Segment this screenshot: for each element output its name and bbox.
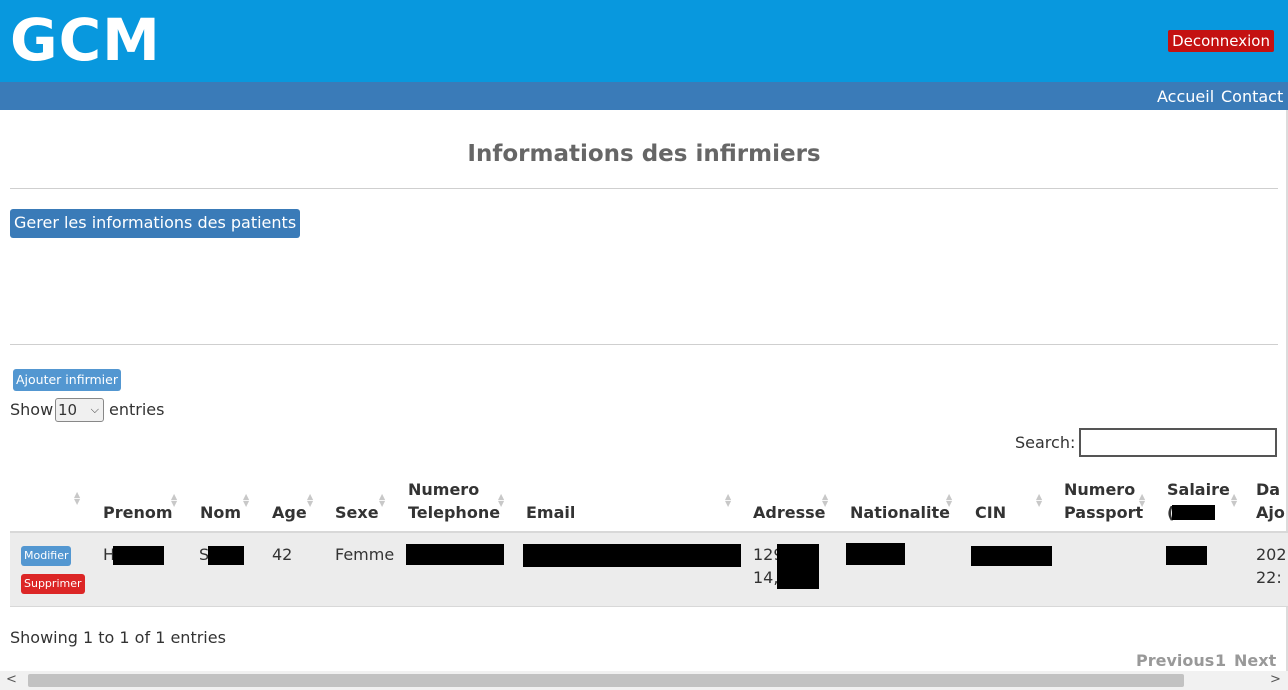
manage-patients-button[interactable]: Gerer les informations des patients: [10, 209, 301, 238]
cell-sexe: Femme: [335, 545, 395, 564]
nav-contact-link[interactable]: Contact: [1221, 87, 1283, 106]
chevron-down-icon: ⌵: [90, 403, 99, 416]
search-input[interactable]: [1079, 428, 1277, 457]
scroll-right-icon[interactable]: >: [1270, 672, 1281, 687]
pagination-next[interactable]: Next: [1234, 651, 1276, 670]
delete-button[interactable]: Supprimer: [21, 574, 85, 594]
app-logo: GCM: [10, 6, 161, 74]
redaction-block: [113, 546, 164, 565]
cell-nationalite-redacted: [846, 543, 905, 565]
pagination-page[interactable]: 1: [1215, 651, 1226, 670]
sort-icon[interactable]: ▲ ▼: [1036, 493, 1042, 508]
col-header-line: Ajo: [1256, 503, 1285, 522]
sort-icon[interactable]: ▲ ▼: [498, 493, 504, 508]
col-header-line: Numero: [1064, 480, 1136, 499]
sort-icon[interactable]: ▲ ▼: [171, 493, 177, 508]
sort-icon[interactable]: ▲ ▼: [243, 493, 249, 508]
cell-cin-redacted: [971, 546, 1052, 566]
page-title: Informations des infirmiers: [467, 141, 821, 167]
nav-home-link[interactable]: Accueil: [1157, 87, 1214, 106]
entries-label: entries: [109, 400, 165, 419]
sort-icon[interactable]: ▲ ▼: [307, 493, 313, 508]
col-header-passport[interactable]: Numero Passport: [1064, 478, 1143, 524]
add-nurse-button[interactable]: Ajouter infirmier: [13, 369, 121, 391]
redaction-block: [777, 544, 819, 589]
redaction-block: [1172, 505, 1215, 520]
cell-email-redacted: [523, 544, 741, 567]
col-header-telephone[interactable]: Numero Telephone: [408, 478, 500, 524]
divider: [10, 188, 1278, 189]
show-label: Show: [10, 400, 54, 419]
table-info: Showing 1 to 1 of 1 entries: [10, 628, 226, 647]
scroll-left-icon[interactable]: <: [6, 672, 17, 687]
col-header-adresse[interactable]: Adresse: [753, 501, 825, 524]
col-header-nationalite[interactable]: Nationalite: [850, 501, 950, 524]
cell-telephone-redacted: [406, 544, 504, 565]
cell-date-line: 202: [1256, 545, 1287, 564]
divider: [10, 344, 1278, 345]
sort-icon[interactable]: ▲ ▼: [379, 493, 385, 508]
entries-length-select[interactable]: 10 ⌵: [55, 398, 104, 422]
col-header-cin[interactable]: CIN: [975, 501, 1006, 524]
top-header: GCM Deconnexion: [0, 0, 1288, 82]
sort-icon[interactable]: ▲ ▼: [1139, 493, 1145, 508]
col-header-email[interactable]: Email: [526, 501, 575, 524]
col-header-line: Passport: [1064, 503, 1144, 522]
cell-date: 202 22:: [1256, 543, 1288, 589]
scrollbar-thumb[interactable]: [28, 674, 1184, 687]
col-header-prenom[interactable]: Prenom: [103, 501, 173, 524]
logout-button[interactable]: Deconnexion: [1168, 30, 1274, 52]
col-header-nom[interactable]: Nom: [200, 501, 241, 524]
col-header-line: Numero: [408, 480, 480, 499]
redaction-block: [208, 546, 244, 565]
pagination-previous[interactable]: Previous: [1136, 651, 1214, 670]
sort-icon[interactable]: ▲ ▼: [74, 491, 80, 506]
col-header-line: Telephone: [408, 503, 501, 522]
cell-age: 42: [272, 545, 293, 564]
col-header-line: Salaire: [1167, 480, 1230, 499]
search-label: Search:: [1015, 433, 1076, 452]
sort-icon[interactable]: ▲ ▼: [822, 493, 828, 508]
cell-date-line: 22:: [1256, 568, 1282, 587]
col-header-sexe[interactable]: Sexe: [335, 501, 379, 524]
horizontal-scrollbar[interactable]: < >: [0, 671, 1288, 690]
sort-icon[interactable]: ▲ ▼: [1231, 493, 1237, 508]
table-bottom-divider: [10, 606, 1288, 607]
col-header-line: Da: [1256, 480, 1281, 499]
col-header-date[interactable]: Da Ajo: [1256, 478, 1288, 524]
col-header-age[interactable]: Age: [272, 501, 307, 524]
entries-length-value: 10: [58, 401, 78, 419]
cell-salaire-redacted: [1166, 546, 1207, 565]
edit-button[interactable]: Modifier: [21, 546, 72, 566]
sort-icon[interactable]: ▲ ▼: [946, 493, 952, 508]
nav-bar: Accueil Contact: [0, 82, 1288, 110]
sort-icon[interactable]: ▲ ▼: [725, 493, 731, 508]
